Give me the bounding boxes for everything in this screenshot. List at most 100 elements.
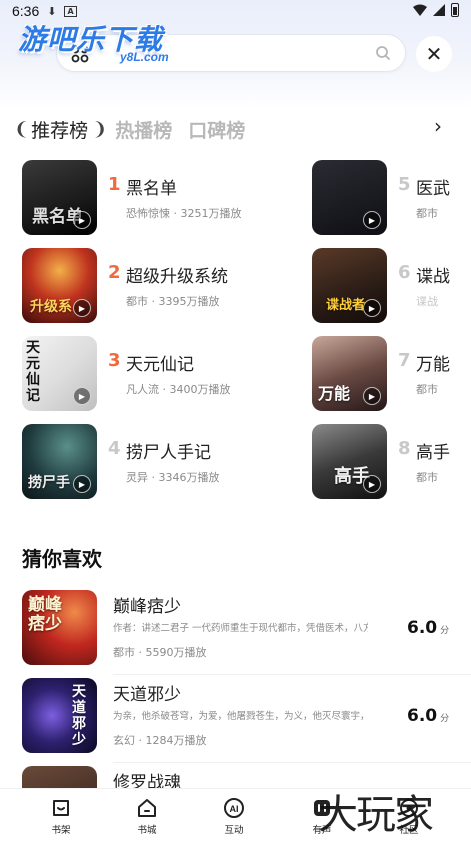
cover-title: 巅峰痞少 (28, 595, 62, 634)
book-title: 巅峰痞少 (113, 597, 181, 617)
score-unit: 分 (440, 626, 450, 636)
play-icon: ▶ (363, 211, 381, 229)
book-title: 黑名单 (126, 179, 177, 199)
book-cover: 捞尸手 ▶ (22, 424, 97, 499)
cover-title: 升级系 (30, 299, 72, 315)
book-title: 超级升级系统 (126, 267, 228, 287)
search-icon[interactable] (375, 45, 391, 61)
rank-item[interactable]: 高手 ▶ 8 高手 都市 (312, 424, 471, 500)
book-description: 为亲，他杀破苍穹，为爱，他屠戮苍生，为义，他灭尽寰宇，为... (113, 711, 368, 722)
book-title: 天元仙记 (126, 355, 194, 375)
book-cover: 巅峰痞少 (22, 590, 97, 665)
bookshelf-icon (53, 800, 69, 816)
rank-item[interactable]: 捞尸手 ▶ 4 捞尸人手记 灵异 · 3346万播放 (22, 424, 302, 500)
play-icon: ▶ (363, 299, 381, 317)
book-title: 万能 (416, 355, 450, 375)
score-value: 6.0 (407, 618, 438, 638)
book-meta: 灵异 · 3346万播放 (126, 471, 220, 484)
nav-label: 互动 (224, 825, 244, 836)
divider (113, 762, 471, 763)
rank-number: 7 (398, 350, 411, 371)
signal-icon (433, 4, 445, 16)
book-cover: ▶ (312, 160, 387, 235)
nav-item-interact[interactable]: AI 互动 (209, 793, 259, 839)
rank-number: 6 (398, 262, 411, 283)
score-unit: 分 (440, 714, 450, 724)
site-logo-domain: y8L.com (120, 50, 169, 64)
nav-label: 书城 (137, 825, 157, 836)
book-cover: 黑名单 ▶ (22, 160, 97, 235)
book-title: 高手 (416, 443, 450, 463)
rank-number: 3 (108, 350, 121, 371)
laurel-left-icon: ❨ (14, 118, 30, 140)
book-cover (22, 766, 97, 788)
book-meta: 都市 (416, 207, 438, 220)
status-indicators (413, 3, 459, 17)
book-meta: 凡人流 · 3400万播放 (126, 383, 231, 396)
rank-number: 1 (108, 174, 121, 195)
svg-text:AI: AI (230, 804, 239, 814)
laurel-right-icon: ❩ (92, 118, 108, 140)
play-icon: ▶ (73, 211, 91, 229)
rank-number: 5 (398, 174, 411, 195)
rank-number: 4 (108, 438, 121, 459)
battery-icon (451, 3, 459, 17)
status-time: 6:36 (12, 3, 40, 19)
rank-item[interactable]: 谍战者 ▶ 6 谍战 谍战 (312, 248, 471, 324)
play-icon: ▶ (73, 387, 91, 405)
rank-item[interactable]: 升级系 ▶ 2 超级升级系统 都市 · 3395万播放 (22, 248, 302, 324)
book-meta: 都市 · 3395万播放 (126, 295, 220, 308)
tab-hot[interactable]: 热播榜 (115, 116, 172, 143)
nav-item-bookshelf[interactable]: 书架 (36, 793, 86, 839)
tab-recommend[interactable]: 推荐榜 (31, 116, 88, 143)
book-cover: 天道邪少 (22, 678, 97, 753)
divider (113, 674, 471, 675)
book-cover: 万能 ▶ (312, 336, 387, 411)
tab-praise[interactable]: 口碑榜 (188, 116, 245, 143)
section-title-guess: 猜你喜欢 (22, 547, 102, 571)
list-item[interactable]: 天道邪少 天道邪少 为亲，他杀破苍穹，为爱，他屠戮苍生，为义，他灭尽寰宇，为..… (22, 678, 471, 763)
book-meta: 都市 (416, 471, 438, 484)
nav-item-bookstore[interactable]: 书城 (122, 793, 172, 839)
book-score: 6.0 分 (407, 618, 449, 638)
close-button[interactable]: ✕ (416, 36, 452, 72)
book-title: 捞尸人手记 (126, 443, 211, 463)
book-meta: 玄幻 · 1284万播放 (113, 734, 207, 747)
rank-number: 8 (398, 438, 411, 459)
play-icon: ▶ (363, 475, 381, 493)
nav-label: 书架 (51, 825, 71, 836)
chevron-right-icon[interactable]: › (434, 114, 442, 138)
a-icon: A (64, 5, 77, 17)
rank-item[interactable]: 天元仙记 ▶ 3 天元仙记 凡人流 · 3400万播放 (22, 336, 302, 412)
book-title: 天道邪少 (113, 685, 181, 705)
book-meta: 谍战 (416, 295, 438, 308)
bookstore-icon (138, 799, 156, 817)
book-cover: 高手 ▶ (312, 424, 387, 499)
book-meta: 都市 (416, 383, 438, 396)
watermark-text: 大玩家 (318, 792, 434, 838)
cover-title: 谍战者 (326, 298, 366, 313)
book-cover: 升级系 ▶ (22, 248, 97, 323)
play-icon: ▶ (363, 387, 381, 405)
cover-title: 捞尸手 (28, 475, 70, 491)
book-meta: 恐怖惊悚 · 3251万播放 (126, 207, 242, 220)
book-score: 6.0 分 (407, 706, 449, 726)
book-cover: 谍战者 ▶ (312, 248, 387, 323)
list-item[interactable]: 巅峰痞少 巅峰痞少 作者：讲述二君子 一代药师重生于现代都市，凭借医术，八方逢.… (22, 590, 471, 675)
download-icon: ⬇ (47, 4, 57, 18)
score-value: 6.0 (407, 706, 438, 726)
book-cover: 天元仙记 ▶ (22, 336, 97, 411)
cover-title: 天元仙记 (26, 340, 40, 404)
ranking-tabs: ❨ 推荐榜 ❩ 热播榜 口碑榜 (14, 114, 261, 144)
book-title: 谍战 (416, 267, 450, 287)
close-icon: ✕ (425, 42, 443, 66)
rank-number: 2 (108, 262, 121, 283)
book-meta: 都市 · 5590万播放 (113, 646, 207, 659)
rank-item[interactable]: 万能 ▶ 7 万能 都市 (312, 336, 471, 412)
rank-item[interactable]: ▶ 5 医武 都市 (312, 160, 471, 236)
rank-item[interactable]: 黑名单 ▶ 1 黑名单 恐怖惊悚 · 3251万播放 (22, 160, 302, 236)
play-icon: ▶ (73, 299, 91, 317)
play-icon: ▶ (73, 475, 91, 493)
cover-title: 万能 (318, 384, 351, 403)
wifi-icon (413, 4, 427, 16)
